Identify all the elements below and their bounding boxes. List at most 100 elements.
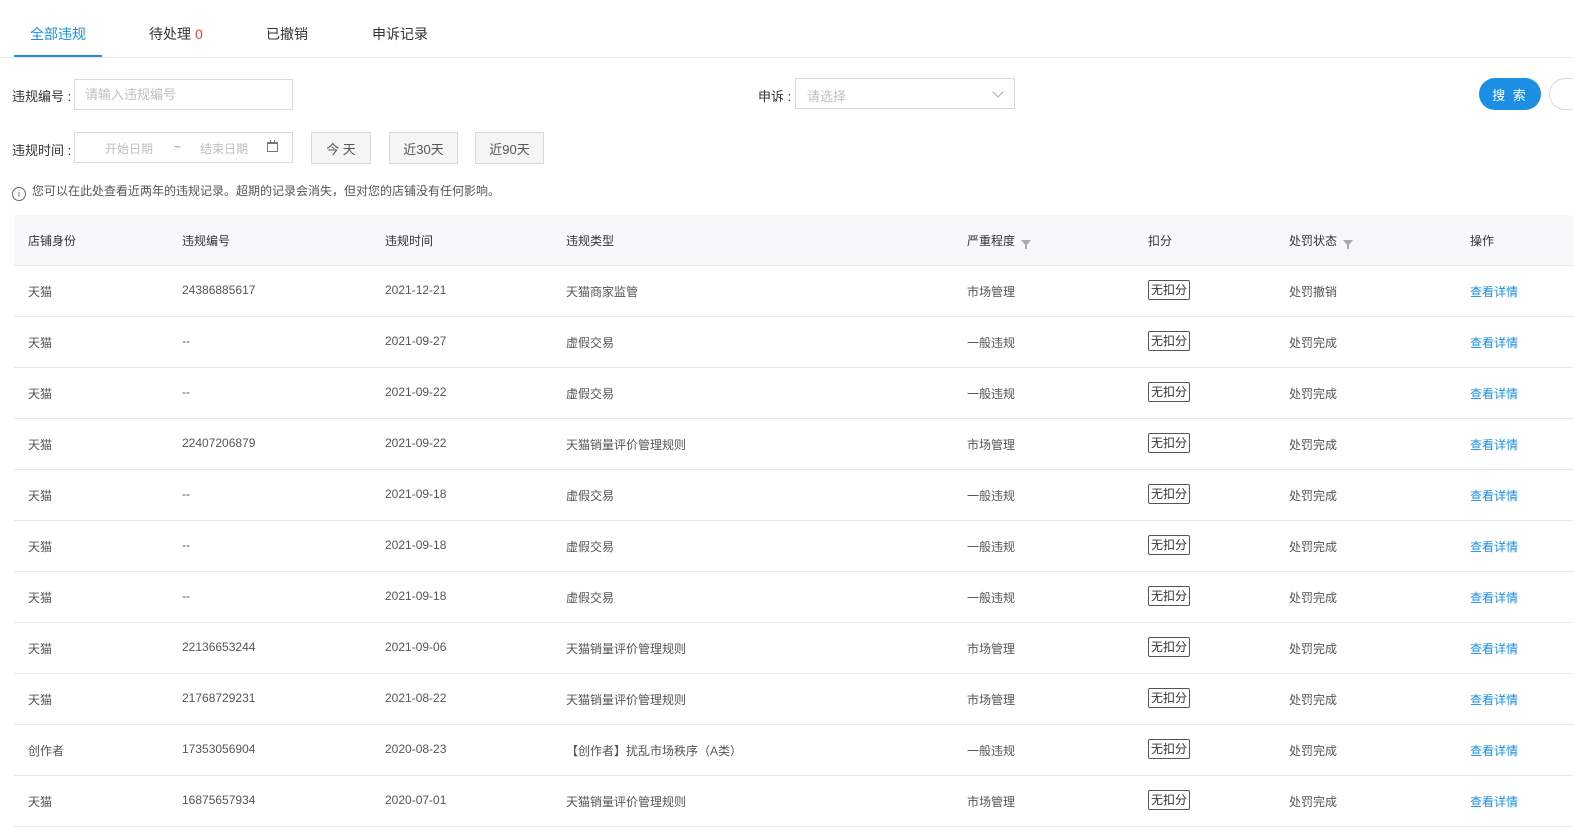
- table-row: 天猫 -- 2021-09-22 虚假交易 一般违规 无扣分 处罚完成 查看详情: [14, 368, 1573, 419]
- cell-violation-type: 虚假交易: [566, 489, 615, 503]
- last-90-days-button[interactable]: 近90天: [475, 132, 544, 164]
- violation-time-label: 违规时间 :: [12, 143, 72, 158]
- view-details-link[interactable]: 查看详情: [1470, 589, 1518, 606]
- tab-appeal-records[interactable]: 申诉记录: [356, 24, 444, 57]
- cell-violation-no: --: [182, 589, 190, 603]
- table-row: 天猫 22407206879 2021-09-22 天猫销量评价管理规则 市场管…: [14, 419, 1573, 470]
- appeal-select[interactable]: 请选择: [795, 78, 1015, 109]
- view-details-link[interactable]: 查看详情: [1470, 385, 1518, 402]
- table-row: 创作者 17353056904 2020-08-23 【创作者】扰乱市场秩序（A…: [14, 725, 1573, 776]
- appeal-label: 申诉 :: [758, 89, 792, 104]
- cell-violation-type: 【创作者】扰乱市场秩序（A类）: [566, 744, 743, 758]
- cell-penalty-status: 处罚完成: [1289, 438, 1338, 452]
- notice: i 您可以在此处查看近两年的违规记录。超期的记录会消失，但对您的店铺没有任何影响。: [12, 182, 500, 201]
- points-badge: 无扣分: [1148, 433, 1191, 453]
- cell-violation-time: 2020-07-01: [385, 793, 447, 807]
- points-badge: 无扣分: [1148, 280, 1191, 300]
- cell-violation-no: --: [182, 487, 190, 501]
- today-button[interactable]: 今 天: [311, 132, 371, 164]
- cell-penalty-status: 处罚完成: [1289, 693, 1338, 707]
- column-header-points: 扣分: [1148, 234, 1173, 248]
- violation-no-label: 违规编号 :: [12, 89, 72, 104]
- cell-shop: 天猫: [28, 795, 53, 809]
- cell-violation-no: 24386885617: [182, 283, 256, 297]
- filter-icon[interactable]: [1343, 240, 1354, 249]
- column-header-label: 处罚状态: [1289, 234, 1338, 248]
- end-date-placeholder: 结束日期: [200, 142, 249, 156]
- column-header-severity: 严重程度: [967, 232, 1032, 249]
- cell-violation-type: 天猫销量评价管理规则: [566, 642, 687, 656]
- view-details-link[interactable]: 查看详情: [1470, 487, 1518, 504]
- tab-bar: 全部违规 待处理 0 已撤销 申诉记录: [0, 0, 1573, 58]
- cell-severity: 一般违规: [967, 744, 1016, 758]
- cell-shop: 天猫: [28, 387, 53, 401]
- view-details-link[interactable]: 查看详情: [1470, 283, 1518, 300]
- last-30-days-button[interactable]: 近30天: [389, 132, 458, 164]
- date-range-picker[interactable]: 开始日期 ~ 结束日期: [74, 132, 293, 163]
- cell-penalty-status: 处罚完成: [1289, 591, 1338, 605]
- cell-violation-time: 2021-09-06: [385, 640, 447, 654]
- search-button[interactable]: 搜 索: [1479, 78, 1541, 110]
- cell-violation-type: 天猫销量评价管理规则: [566, 438, 687, 452]
- view-details-link[interactable]: 查看详情: [1470, 640, 1518, 657]
- cell-penalty-status: 处罚完成: [1289, 540, 1338, 554]
- view-details-link[interactable]: 查看详情: [1470, 793, 1518, 810]
- view-details-link[interactable]: 查看详情: [1470, 538, 1518, 555]
- view-details-link[interactable]: 查看详情: [1470, 691, 1518, 708]
- table-row: 天猫 -- 2021-09-18 虚假交易 一般违规 无扣分 处罚完成 查看详情: [14, 572, 1573, 623]
- cell-violation-type: 虚假交易: [566, 387, 615, 401]
- cell-violation-time: 2021-12-21: [385, 283, 447, 297]
- cell-violation-no: 16875657934: [182, 793, 256, 807]
- points-badge: 无扣分: [1148, 331, 1191, 351]
- tab-pending[interactable]: 待处理 0: [133, 24, 219, 57]
- start-date-placeholder: 开始日期: [105, 142, 154, 156]
- cell-violation-no: --: [182, 385, 190, 399]
- cell-shop: 天猫: [28, 693, 53, 707]
- calendar-icon: [267, 140, 278, 152]
- cell-violation-type: 天猫销量评价管理规则: [566, 795, 687, 809]
- table-row: 天猫 21768729231 2021-08-22 天猫销量评价管理规则 市场管…: [14, 674, 1573, 725]
- cell-penalty-status: 处罚完成: [1289, 489, 1338, 503]
- cell-violation-type: 天猫商家监管: [566, 285, 639, 299]
- cell-shop: 天猫: [28, 336, 53, 350]
- cell-violation-time: 2020-08-23: [385, 742, 447, 756]
- cell-severity: 一般违规: [967, 540, 1016, 554]
- column-header-shop: 店铺身份: [28, 234, 77, 248]
- cell-penalty-status: 处罚完成: [1289, 795, 1338, 809]
- violation-no-input[interactable]: [74, 79, 293, 110]
- view-details-link[interactable]: 查看详情: [1470, 742, 1518, 759]
- cell-severity: 市场管理: [967, 438, 1016, 452]
- tab-label: 申诉记录: [372, 26, 428, 42]
- cell-shop: 天猫: [28, 285, 53, 299]
- table-row: 天猫 22136653244 2021-09-06 天猫销量评价管理规则 市场管…: [14, 623, 1573, 674]
- pending-count: 0: [195, 26, 203, 42]
- cell-violation-no: 21768729231: [182, 691, 256, 705]
- tab-label: 已撤销: [266, 26, 308, 42]
- column-header-label: 严重程度: [967, 234, 1016, 248]
- cell-violation-time: 2021-09-18: [385, 538, 447, 552]
- table-header: 店铺身份 违规编号 违规时间 违规类型 严重程度 扣分 处罚状态 操作: [14, 215, 1573, 266]
- chevron-down-icon: [992, 86, 1004, 98]
- cell-severity: 一般违规: [967, 387, 1016, 401]
- filter-icon[interactable]: [1021, 240, 1032, 249]
- points-badge: 无扣分: [1148, 637, 1191, 657]
- view-details-link[interactable]: 查看详情: [1470, 436, 1518, 453]
- cell-severity: 市场管理: [967, 285, 1016, 299]
- cell-penalty-status: 处罚完成: [1289, 336, 1338, 350]
- points-badge: 无扣分: [1148, 484, 1191, 504]
- cell-penalty-status: 处罚完成: [1289, 387, 1338, 401]
- cell-penalty-status: 处罚完成: [1289, 744, 1338, 758]
- notice-text: 您可以在此处查看近两年的违规记录。超期的记录会消失，但对您的店铺没有任何影响。: [32, 184, 501, 198]
- view-details-link[interactable]: 查看详情: [1470, 334, 1518, 351]
- column-header-action: 操作: [1470, 234, 1495, 248]
- points-badge: 无扣分: [1148, 586, 1191, 606]
- tab-all-violations[interactable]: 全部违规: [14, 24, 102, 57]
- points-badge: 无扣分: [1148, 535, 1191, 555]
- points-badge: 无扣分: [1148, 688, 1191, 708]
- reset-button[interactable]: [1549, 78, 1573, 110]
- tab-label: 待处理: [149, 26, 191, 42]
- appeal-select-placeholder: 请选择: [807, 89, 847, 104]
- cell-severity: 市场管理: [967, 642, 1016, 656]
- tab-revoked[interactable]: 已撤销: [250, 24, 324, 57]
- cell-penalty-status: 处罚完成: [1289, 642, 1338, 656]
